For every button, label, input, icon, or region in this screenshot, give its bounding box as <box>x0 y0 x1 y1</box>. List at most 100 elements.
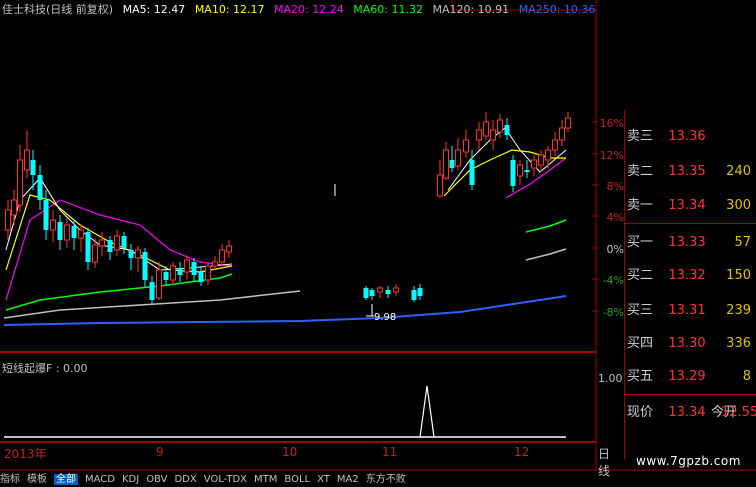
candle-body <box>531 159 537 169</box>
buy-5-label: 买五 <box>627 369 654 384</box>
buy-1-label: 买一 <box>627 235 654 250</box>
tab-1[interactable]: 模板 <box>27 474 47 485</box>
candle-body <box>545 149 551 161</box>
year-label: 2013年 <box>4 447 47 461</box>
candle-body <box>455 149 461 167</box>
buy-2-row[interactable]: 买二 13.32 150 <box>627 265 755 287</box>
candle-body <box>469 160 475 185</box>
panel-separator <box>625 223 756 224</box>
tab-12[interactable]: 东方不败 <box>366 474 406 485</box>
month-label-11: 11 <box>382 445 398 459</box>
candle-body <box>142 252 148 280</box>
candle-body <box>163 272 169 280</box>
candle-body <box>156 269 162 299</box>
tab-9[interactable]: BOLL <box>284 474 310 485</box>
candle-body <box>78 229 84 239</box>
candle-body <box>463 139 469 153</box>
candle-body <box>565 117 571 129</box>
candle-body <box>85 232 91 262</box>
ma10-label: MA10: 12.17 <box>194 3 265 16</box>
tab-8[interactable]: MTM <box>254 474 277 485</box>
candle-body <box>184 259 190 273</box>
candle-body <box>538 154 544 166</box>
axis-label-8: 8% <box>606 180 624 193</box>
candle-body <box>17 159 23 206</box>
tab-2[interactable]: 全部 <box>54 474 78 485</box>
ma5-label: MA5: 12.47 <box>122 3 186 16</box>
axis-label-neg8: -8% <box>602 306 624 319</box>
ma250-label: MA250: 10.36 <box>518 3 596 16</box>
indicator-label: 短线起爆F : 0.00 <box>2 362 88 375</box>
ma120-line <box>525 248 567 261</box>
candle-body <box>393 287 399 293</box>
tab-11[interactable]: MA2 <box>337 474 359 485</box>
tab-0[interactable]: 指标 <box>0 474 20 485</box>
buy-3-label: 买三 <box>627 303 654 318</box>
low-price-marker: 9.98 <box>366 304 396 323</box>
candle-body <box>524 170 530 172</box>
buy-1-row[interactable]: 买一 13.33 57 <box>627 232 755 254</box>
low-price-label: 9.98 <box>374 312 396 323</box>
ma60-line <box>525 219 567 233</box>
indicator-tabs: 指标 模板 全部 MACD KDJ OBV DDX VOL-TDX MTM BOLL XT MA2 东方… <box>0 470 600 487</box>
tab-10[interactable]: XT <box>317 474 330 485</box>
axis-label-neg4: -4% <box>602 274 624 287</box>
candle-body <box>30 160 36 175</box>
ma20-label: MA20: 12.24 <box>274 3 344 16</box>
candle-body <box>92 244 98 263</box>
panel-separator <box>625 394 756 395</box>
candle-body <box>443 149 449 179</box>
axis-label-16: 16% <box>599 117 624 130</box>
sell-1-price: 13.34 <box>668 198 706 213</box>
candle-body <box>517 164 523 177</box>
buy-5-volume: 8 <box>742 369 751 384</box>
sell-2-row[interactable]: 卖二 13.35 240 <box>627 161 755 183</box>
candle-body <box>128 250 134 258</box>
axis-label-12: 12% <box>599 149 624 162</box>
tab-7[interactable]: VOL-TDX <box>204 474 247 485</box>
sell-1-row[interactable]: 卖一 13.34 300 <box>627 195 755 217</box>
candle-body <box>437 174 443 197</box>
candle-body <box>417 288 423 296</box>
candle-body <box>191 262 197 275</box>
tab-3[interactable]: MACD <box>85 474 115 485</box>
open-price-value: 12.55 <box>721 405 756 420</box>
candle-body <box>107 240 113 252</box>
candle-body <box>510 160 516 186</box>
candle-body <box>198 272 204 282</box>
candle-body <box>212 261 218 267</box>
candle-body <box>37 175 43 200</box>
candle-body <box>559 127 565 141</box>
candle-body <box>385 290 391 294</box>
buy-5-row[interactable]: 买五 13.29 8 <box>627 366 755 388</box>
axis-label-4: 4% <box>606 211 624 224</box>
buy-4-row[interactable]: 买四 13.30 336 <box>627 333 755 355</box>
tab-4[interactable]: KDJ <box>122 474 139 485</box>
sell-2-price: 13.35 <box>668 164 706 179</box>
candle-body <box>5 209 11 231</box>
buy-3-price: 13.31 <box>668 303 706 318</box>
candle-body <box>377 287 383 293</box>
candle-body <box>64 224 70 241</box>
candle-body <box>483 121 489 137</box>
stock-name: 佳士科技(日线 前复权) <box>2 3 114 16</box>
time-axis: 2013年 9 10 11 12 日线 <box>0 443 610 478</box>
buy-3-row[interactable]: 买三 13.31 239 <box>627 300 755 322</box>
ma60-label: MA60: 11.32 <box>353 3 423 16</box>
candle-body <box>50 219 56 231</box>
current-price-label: 现价 <box>627 405 654 420</box>
candle-body <box>226 245 232 253</box>
buy-4-label: 买四 <box>627 336 654 351</box>
candle-body <box>205 265 211 281</box>
tab-6[interactable]: DDX <box>174 474 196 485</box>
candle-body <box>43 200 49 230</box>
tab-5[interactable]: OBV <box>146 474 167 485</box>
sell-3-row[interactable]: 卖三 13.36 <box>627 126 755 148</box>
axis-label-0: 0% <box>606 243 624 256</box>
candle-body <box>363 288 369 298</box>
ma120-label: MA120: 10.91 <box>432 3 510 16</box>
buy-4-price: 13.30 <box>668 336 706 351</box>
candle-body <box>99 239 105 247</box>
candle-body <box>476 129 482 141</box>
current-price-value: 13.34 <box>668 405 706 420</box>
